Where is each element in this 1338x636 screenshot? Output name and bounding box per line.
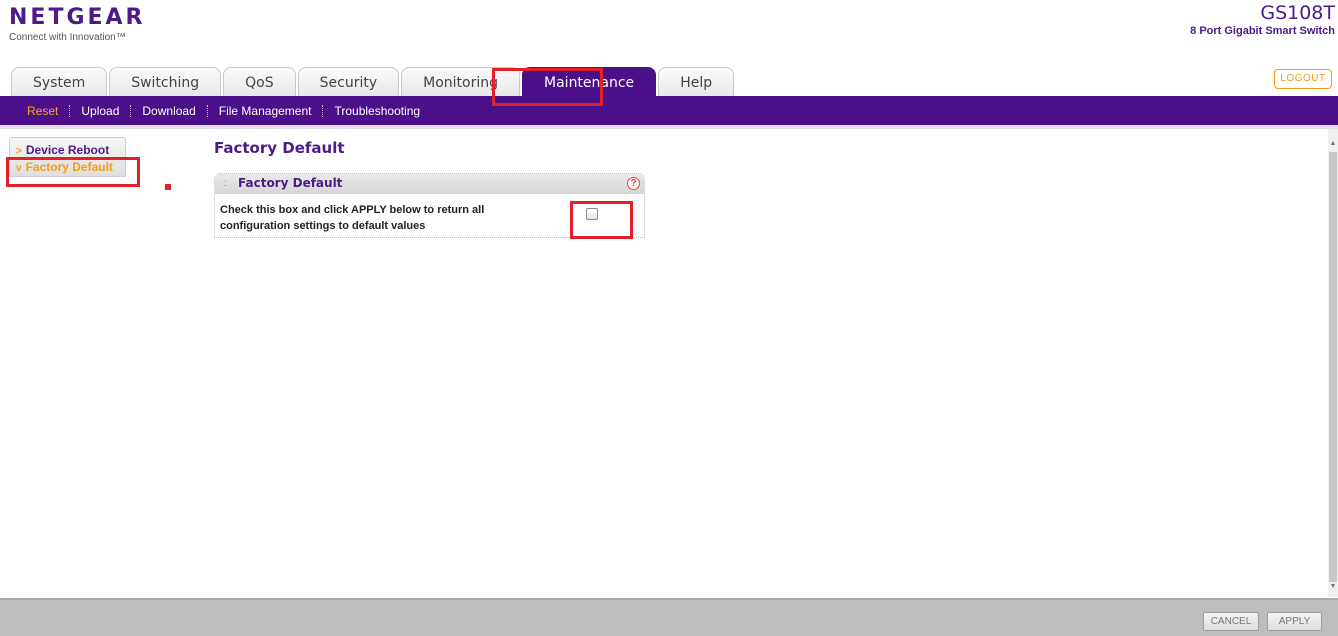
brand-tagline: Connect with Innovation™ [9,32,126,43]
brand-name: NETGEAR [9,5,146,30]
subnav-divider [69,104,71,117]
highlight-box-maintenance [492,68,603,106]
cancel-button[interactable]: CANCEL [1203,612,1259,631]
leftnav-item-label: Device Reboot [25,143,110,157]
tab-switching[interactable]: Switching [109,67,222,97]
subnav-file-management[interactable]: File Management [212,104,319,118]
model-name: GS108T [1260,2,1335,24]
grip-icon: :: [223,178,227,189]
panel-title: Factory Default [238,176,343,190]
scroll-up-arrow-icon[interactable]: ▲ [1329,140,1337,147]
logout-button[interactable]: LOGOUT [1274,69,1332,89]
panel-header: :: Factory Default ? [215,174,644,194]
subnav-troubleshooting[interactable]: Troubleshooting [327,104,427,118]
highlight-box-checkbox [570,201,633,239]
highlight-box-factory-default [6,157,140,187]
subnav-divider [130,104,132,117]
page-title: Factory Default [214,139,345,157]
scrollbar-thumb[interactable] [1329,152,1337,582]
sub-navigation: Reset Upload Download File Management Tr… [0,96,1338,125]
tab-help[interactable]: Help [658,67,735,97]
subnav-divider [206,104,208,117]
help-icon[interactable]: ? [627,177,640,190]
apply-button[interactable]: APPLY [1267,612,1322,631]
factory-default-instruction: Check this box and click APPLY below to … [220,204,485,232]
chevron-right-icon: > [16,146,22,157]
model-info: GS108T 8 Port Gigabit Smart Switch [1190,2,1335,38]
main-tabs: System Switching QoS Security Monitoring… [11,67,735,97]
app-window: NETGEAR Connect with Innovation™ GS108T … [0,0,1338,636]
subnav-reset[interactable]: Reset [20,104,65,118]
subnav-download[interactable]: Download [135,104,202,118]
footer-bar: CANCEL APPLY [0,598,1338,636]
subnav-divider [322,104,324,117]
tab-security[interactable]: Security [297,67,400,97]
subnav-upload[interactable]: Upload [74,104,126,118]
highlight-dot [165,184,171,190]
scroll-down-arrow-icon[interactable]: ▼ [1329,583,1337,590]
subnav-divider-bar [0,125,1338,129]
netgear-logo: NETGEAR Connect with Innovation™ [9,6,146,44]
tab-qos[interactable]: QoS [223,67,296,97]
tab-system[interactable]: System [11,67,108,97]
model-description: 8 Port Gigabit Smart Switch [1190,25,1335,37]
